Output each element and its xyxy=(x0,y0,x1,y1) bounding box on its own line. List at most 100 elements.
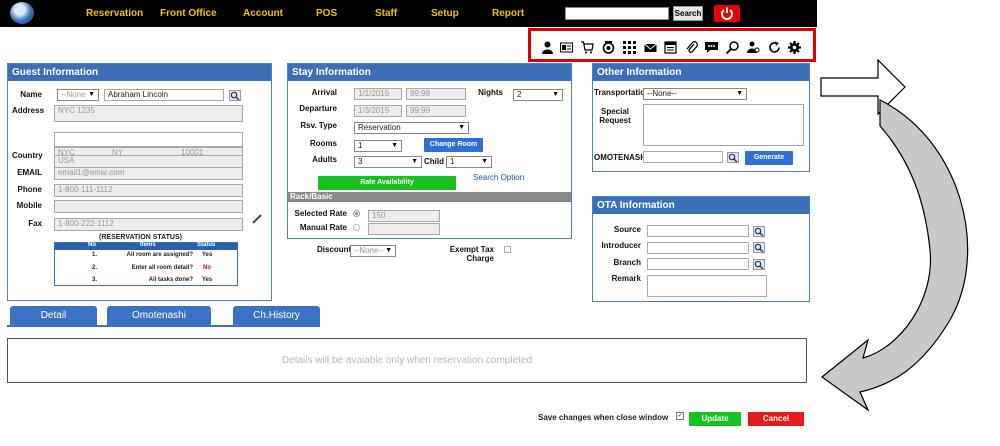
source-field[interactable] xyxy=(647,225,749,237)
tab-ch-history[interactable]: Ch.History xyxy=(233,306,320,326)
calendar-icon[interactable] xyxy=(664,41,677,54)
nav-account[interactable]: Account xyxy=(243,8,283,19)
arrival-time-field[interactable]: 99:99 xyxy=(406,88,466,100)
nav-search-input[interactable] xyxy=(565,7,669,20)
branch-label: Branch xyxy=(613,258,641,267)
selected-rate-field[interactable]: 150 xyxy=(368,210,440,222)
change-room-button[interactable]: Change Room xyxy=(424,138,483,152)
adults-select[interactable]: 3 ▼ xyxy=(354,156,422,168)
generate-button[interactable]: Generate xyxy=(745,151,793,165)
magnifier-icon xyxy=(230,91,240,101)
mobile-field[interactable] xyxy=(54,200,243,213)
special-request-label-line1: Special xyxy=(600,107,629,116)
table-row: 3. All tasks done? Yes xyxy=(55,277,237,287)
name-label: Name xyxy=(20,90,42,99)
omotenashi-field[interactable] xyxy=(643,151,723,163)
other-information-panel: Other Information Transportation --None-… xyxy=(592,63,810,172)
manual-rate-field[interactable] xyxy=(368,223,440,235)
omotenashi-label: OMOTENASHI xyxy=(594,153,649,162)
attachment-icon[interactable] xyxy=(685,41,698,54)
fax-field[interactable]: 1-800-222-1112 xyxy=(54,218,243,231)
status-table-header: No Items Status xyxy=(55,242,237,250)
nights-select[interactable]: 2 ▼ xyxy=(513,89,563,101)
special-request-label-line2: Request xyxy=(599,116,631,125)
departure-time-field[interactable]: 99:99 xyxy=(406,105,466,117)
email-label: EMAIL xyxy=(17,168,42,177)
nav-reservation[interactable]: Reservation xyxy=(86,8,143,19)
nav-search-button[interactable]: Search xyxy=(673,6,703,21)
transportation-select[interactable]: --None-- ▼ xyxy=(643,88,747,100)
row-number: 2. xyxy=(92,265,98,271)
nights-label: Nights xyxy=(478,88,503,97)
rooms-select[interactable]: 1 ▼ xyxy=(354,140,402,152)
departure-date-field[interactable]: 1/3/2015 xyxy=(354,105,402,117)
child-select[interactable]: 1 ▼ xyxy=(446,156,492,168)
phone-field[interactable]: 1-800-111-1112 xyxy=(54,184,243,197)
address-line2-field[interactable] xyxy=(54,132,243,147)
magnifier-icon xyxy=(754,243,764,253)
selected-rate-radio[interactable] xyxy=(353,210,360,217)
source-search-button[interactable] xyxy=(753,226,765,237)
update-button[interactable]: Update xyxy=(689,412,741,426)
branch-field[interactable] xyxy=(647,258,749,270)
user-search-icon[interactable] xyxy=(747,41,760,54)
exempt-tax-checkbox[interactable] xyxy=(504,246,511,253)
row-item: All room are assigned? xyxy=(126,252,193,258)
address-field[interactable]: NYC 1235 xyxy=(54,105,243,122)
nav-pos[interactable]: POS xyxy=(316,8,337,19)
nav-front-office[interactable]: Front Office xyxy=(160,8,217,19)
branch-search-button[interactable] xyxy=(753,259,765,270)
power-button[interactable] xyxy=(714,5,740,22)
introducer-search-button[interactable] xyxy=(753,242,765,253)
stay-information-panel: Stay Information Arrival 1/1/2015 99:99 … xyxy=(287,63,572,239)
search-option-link[interactable]: Search Option xyxy=(473,173,524,182)
nav-report[interactable]: Report xyxy=(492,8,524,19)
introducer-field[interactable] xyxy=(647,242,749,254)
guest-name-field[interactable]: Abraham Lincoln xyxy=(104,89,224,101)
mail-icon[interactable] xyxy=(644,41,657,54)
nav-setup[interactable]: Setup xyxy=(431,8,459,19)
rsv-type-label: Rsv. Type xyxy=(300,121,337,130)
gear-icon[interactable] xyxy=(788,41,801,54)
manual-rate-radio[interactable] xyxy=(353,224,360,231)
nav-staff[interactable]: Staff xyxy=(375,8,397,19)
details-panel: Details will be avaiable only when reser… xyxy=(7,338,807,383)
refresh-icon[interactable] xyxy=(768,41,781,54)
arrival-date-field[interactable]: 1/1/2015 xyxy=(354,88,402,100)
special-request-textarea[interactable] xyxy=(643,104,804,146)
row-status: Yes xyxy=(201,277,213,283)
row-number: 1. xyxy=(92,252,98,258)
grid-icon[interactable] xyxy=(623,41,636,54)
save-on-close-checkbox[interactable]: ✓ xyxy=(676,412,684,420)
introducer-label: Introducer xyxy=(601,241,641,250)
cancel-button[interactable]: Cancel xyxy=(748,412,804,426)
row-number: 3. xyxy=(92,277,98,283)
settings-icon[interactable] xyxy=(602,41,615,54)
guest-icon[interactable] xyxy=(541,41,554,54)
save-on-close-label: Save changes when close window xyxy=(538,413,669,422)
rsv-type-select[interactable]: Reservation ▼ xyxy=(354,122,469,134)
discount-select[interactable]: --None-- ▼ xyxy=(350,245,396,257)
tab-omotenashi[interactable]: Omotenashi xyxy=(107,306,211,326)
ota-information-panel: OTA Information Source Introducer Branch… xyxy=(592,196,810,302)
title-select[interactable]: --None ▼ xyxy=(57,89,99,101)
remark-textarea[interactable] xyxy=(647,275,767,297)
phone-label: Phone xyxy=(17,185,42,194)
omotenashi-search-button[interactable] xyxy=(727,152,739,163)
tab-detail[interactable]: Detail xyxy=(10,306,97,326)
status-header-no: No xyxy=(88,242,96,248)
remark-label: Remark xyxy=(611,274,641,283)
chat-icon[interactable] xyxy=(705,41,718,54)
email-field[interactable]: email1@emai.com xyxy=(54,167,243,180)
child-label: Child xyxy=(424,157,444,166)
status-header-items: Items xyxy=(140,242,156,248)
adults-label: Adults xyxy=(312,155,337,164)
search-icon[interactable] xyxy=(726,41,739,54)
pencil-icon[interactable] xyxy=(252,214,262,224)
guest-search-button[interactable] xyxy=(229,90,241,101)
app-logo[interactable] xyxy=(10,2,34,24)
rate-availability-button[interactable]: Rate Availability xyxy=(318,176,456,190)
country-label: Country xyxy=(12,151,43,160)
id-card-icon[interactable] xyxy=(560,41,573,54)
cart-icon[interactable] xyxy=(581,41,594,54)
